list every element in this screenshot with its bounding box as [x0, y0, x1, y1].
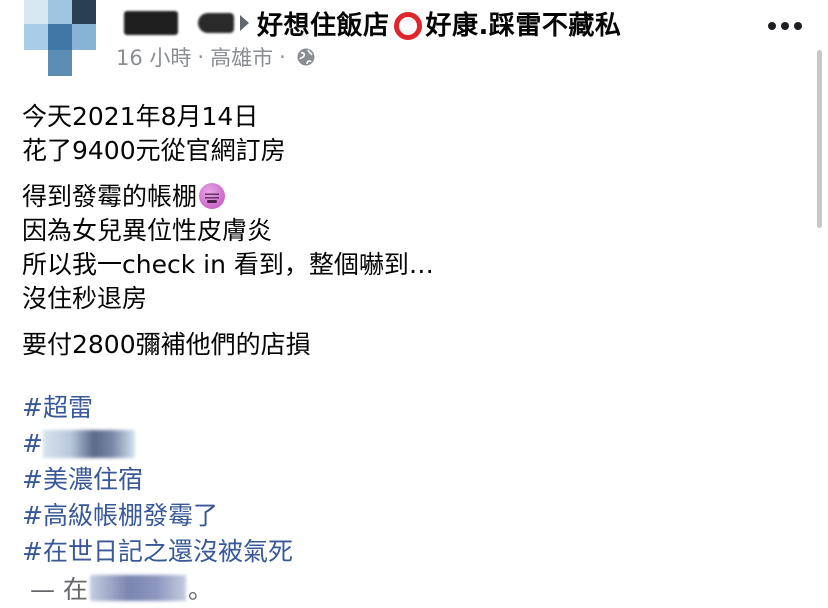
body-line: 沒住秒退房 [22, 284, 148, 313]
redacted-hashtag [42, 430, 135, 458]
confounded-face-emoji [199, 183, 226, 209]
checkin-suffix: 。 [187, 575, 213, 604]
page-name-part2: 好康.踩雷不藏私 [425, 10, 622, 41]
post-body: 今天2021年8月14日 花了9400元從官網訂房 得到發霉的帳棚 因為女兒異位… [22, 100, 434, 374]
paragraph: 得到發霉的帳棚 因為女兒異位性皮膚炎 所以我一check in 看到，整個嚇到…… [22, 180, 434, 316]
post-meta: 16 小時 · 高雄市 · [116, 42, 316, 72]
body-line: 要付2800彌補他們的店損 [22, 330, 311, 359]
author-name-redacted[interactable] [124, 11, 178, 35]
paragraph: 今天2021年8月14日 花了9400元從官網訂房 [22, 100, 434, 168]
meta-separator: · [279, 45, 286, 69]
body-line: 所以我一check in 看到，整個嚇到… [22, 250, 434, 279]
post-timestamp[interactable]: 16 小時 [116, 42, 191, 72]
paragraph: 要付2800彌補他們的店損 [22, 328, 434, 362]
avatar[interactable] [24, 0, 96, 76]
hashtag-link-redacted[interactable]: # [22, 426, 293, 462]
checkin-prefix: — 在 [30, 575, 88, 604]
hashtag-link[interactable]: #美濃住宿 [22, 462, 293, 498]
post-header: 好想住飯店 好康.踩雷不藏私 [124, 5, 621, 42]
hashtag-link[interactable]: #高級帳棚發霉了 [22, 498, 293, 534]
checkin-location: — 在 。 [30, 570, 213, 606]
red-circle-icon [393, 12, 422, 40]
body-line: 今天2021年8月14日 [22, 102, 259, 131]
page-name-part1: 好想住飯店 [257, 10, 390, 41]
page-name-link[interactable]: 好想住飯店 好康.踩雷不藏私 [257, 5, 621, 42]
hashtag-list: #超雷 # #美濃住宿 #高級帳棚發霉了 #在世日記之還沒被氣死 [22, 390, 293, 570]
more-options-icon[interactable] [768, 22, 802, 30]
hashtag-link[interactable]: #超雷 [22, 390, 293, 426]
body-line: 因為女兒異位性皮膚炎 [22, 216, 273, 245]
redacted-location-link[interactable] [89, 575, 186, 601]
hashtag-link[interactable]: #在世日記之還沒被氣死 [22, 534, 293, 570]
globe-icon[interactable] [296, 47, 316, 67]
body-line: 得到發霉的帳棚 [22, 180, 434, 214]
scrollbar[interactable] [817, 50, 822, 228]
body-line: 花了9400元從官網訂房 [22, 136, 286, 165]
meta-separator: · [197, 45, 205, 69]
post-location[interactable]: 高雄市 [210, 42, 273, 72]
author-name-redacted-2[interactable] [198, 13, 234, 33]
caret-right-icon [240, 15, 249, 31]
